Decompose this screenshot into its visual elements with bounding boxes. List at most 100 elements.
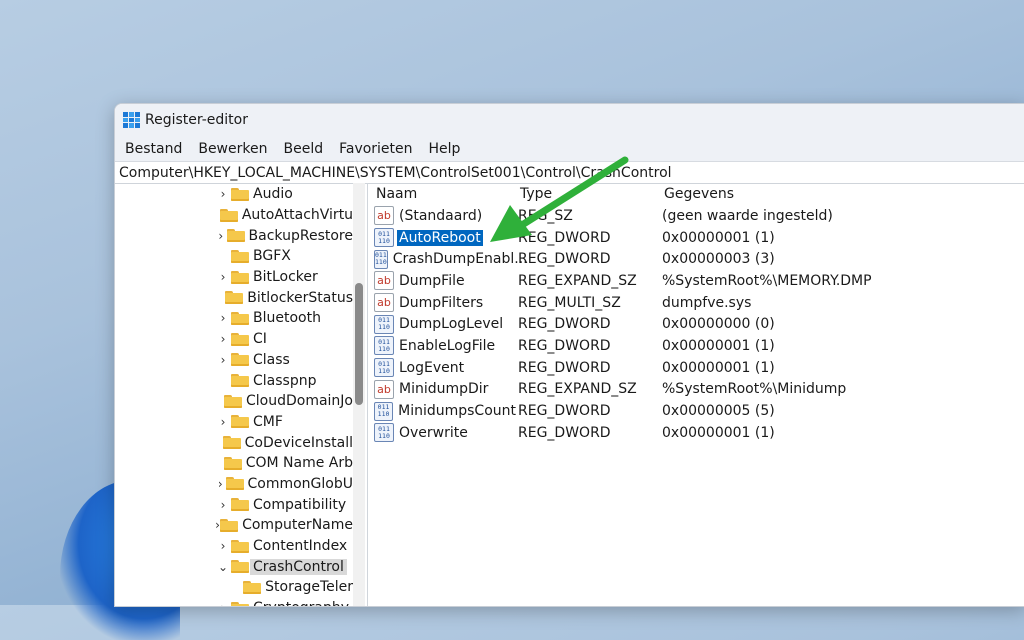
values-header: Naam Type Gegevens [368,183,1024,205]
menu-bewerken[interactable]: Bewerken [190,141,275,157]
tree-item-label: Audio [253,186,293,203]
key-tree-pane[interactable]: ›Audio›AutoAttachVirtu›BackupRestore›BGF… [115,183,368,606]
folder-icon [220,518,239,532]
chevron-right-icon[interactable]: › [215,477,226,491]
tree-item[interactable]: › BackupRestore [115,225,353,246]
chevron-right-icon[interactable]: › [215,539,231,553]
value-name-cell: 011 110 LogEvent [368,358,518,378]
tree-item[interactable]: ›BGFX [115,246,353,267]
tree-item[interactable]: › CI [115,329,353,350]
tree-item[interactable]: ›Classpnp [115,370,353,391]
tree-item-label: CoDeviceInstall [244,434,353,451]
tree-item[interactable]: › Bluetooth [115,308,353,329]
menu-help[interactable]: Help [421,141,469,157]
folder-icon [231,249,249,263]
value-row[interactable]: ab DumpFile REG_EXPAND_SZ %SystemRoot%\MEMO… [368,270,1024,292]
value-name: DumpFile [399,272,465,289]
value-name-cell: 011 110 DumpLogLevel [368,314,518,334]
tree-item[interactable]: › Compatibility [115,494,353,515]
chevron-right-icon[interactable]: › [215,415,231,429]
tree-item-label: BGFX [253,248,291,265]
chevron-right-icon[interactable]: › [215,353,231,367]
tree-item[interactable]: ⌄ CrashControl [115,556,353,577]
value-row[interactable]: 011 110 MinidumpsCount REG_DWORD 0x00000005 … [368,400,1024,422]
tree-item[interactable]: › ContentIndex [115,536,353,557]
chevron-right-icon[interactable]: › [215,270,231,284]
chevron-right-icon[interactable]: › [215,229,227,243]
folder-icon [231,415,249,429]
chevron-down-icon[interactable]: ⌄ [215,560,231,574]
value-name: DumpLogLevel [399,316,504,333]
string-value-icon: ab [374,271,394,291]
value-name-cell: 011 110 MinidumpsCount [368,401,518,421]
chevron-right-icon[interactable]: › [215,332,231,346]
value-name: EnableLogFile [399,337,496,354]
tree-item[interactable]: › Class [115,350,353,371]
tree-item[interactable]: › CMF [115,412,353,433]
tree-item-label: Class [253,351,290,368]
value-type: REG_MULTI_SZ [518,294,621,311]
value-row[interactable]: 011 110 AutoReboot REG_DWORD 0x00000001 (1) [368,227,1024,249]
tree-item-label: COM Name Arb [245,455,353,472]
binary-glyph-line: 110 [378,344,390,353]
tree-item-label: StorageTeler [265,579,353,596]
value-data: (geen waarde ingesteld) [662,207,833,224]
tree-item[interactable]: ›COM Name Arb [115,453,353,474]
folder-icon [231,311,249,325]
tree-scrollbar-thumb[interactable] [355,283,363,405]
column-header-data[interactable]: Gegevens [664,186,1024,202]
tree-item[interactable]: › ComputerName [115,515,353,536]
value-row[interactable]: 011 110 EnableLogFile REG_DWORD 0x00000001 (… [368,335,1024,357]
value-data: 0x00000001 (1) [662,424,775,441]
tree-item-label: ComputerName [242,517,353,534]
tree-item[interactable]: › CommonGlobU [115,474,353,495]
value-data: 0x00000001 (1) [662,229,775,246]
values-list: ab (Standaard) REG_SZ (geen waarde ingestel… [368,205,1024,444]
value-type: REG_DWORD [518,337,611,354]
value-row[interactable]: 011 110 DumpLogLevel REG_DWORD 0x00000000 (0… [368,313,1024,335]
chevron-right-icon[interactable]: › [215,498,231,512]
value-data: 0x00000001 (1) [662,359,775,376]
tree-item[interactable]: › BitLocker [115,267,353,288]
value-row[interactable]: 011 110 LogEvent REG_DWORD 0x00000001 (1) [368,357,1024,379]
menu-bestand[interactable]: Bestand [117,141,190,157]
value-type: REG_DWORD [518,251,611,268]
value-row[interactable]: ab (Standaard) REG_SZ (geen waarde ingestel… [368,205,1024,227]
value-name-cell: 011 110 Overwrite [368,423,518,443]
value-type: REG_DWORD [518,359,611,376]
folder-icon [223,394,242,408]
binary-glyph-line: 110 [378,323,390,332]
value-type: REG_DWORD [518,424,611,441]
binary-value-icon: 011 110 [374,401,394,421]
menu-favorieten[interactable]: Favorieten [331,141,420,157]
value-row[interactable]: ab MinidumpDir REG_EXPAND_SZ %SystemRoot%\M… [368,379,1024,401]
tree-item-label: Bluetooth [253,310,321,327]
value-data: %SystemRoot%\MEMORY.DMP [662,272,872,289]
values-pane[interactable]: Naam Type Gegevens ab (Standaard) REG_SZ (g… [368,183,1024,606]
tree-item[interactable]: ›AutoAttachVirtu [115,205,353,226]
binary-glyph-line: 110 [378,366,390,375]
value-data: dumpfve.sys [662,294,752,311]
folder-icon [226,229,245,243]
tree-item[interactable]: ›CloudDomainJo [115,391,353,412]
value-name-cell: ab MinidumpDir [368,379,518,399]
chevron-right-icon[interactable]: › [215,187,231,201]
tree-item[interactable]: › Audio [115,184,353,205]
tree-item-label: Compatibility [253,496,347,513]
value-row[interactable]: 011 110 CrashDumpEnabl... REG_DWORD 0x000000… [368,248,1024,270]
chevron-right-icon[interactable]: › [215,601,231,606]
menu-beeld[interactable]: Beeld [275,141,331,157]
tree-item[interactable]: ›StorageTeler [115,577,353,598]
folder-icon [219,208,238,222]
tree-item[interactable]: ›BitlockerStatus [115,287,353,308]
chevron-right-icon[interactable]: › [215,311,231,325]
binary-value-icon: 011 110 [374,228,394,248]
tree-scrollbar[interactable] [353,183,365,606]
value-row[interactable]: ab DumpFilters REG_MULTI_SZ dumpfve.sys [368,292,1024,314]
binary-glyph-line: 110 [378,236,390,245]
value-name-cell: ab DumpFile [368,271,518,291]
tree-item-label: CloudDomainJo [245,393,353,410]
value-row[interactable]: 011 110 Overwrite REG_DWORD 0x00000001 (1) [368,422,1024,444]
tree-item[interactable]: ›CoDeviceInstall [115,432,353,453]
value-name-cell: 011 110 CrashDumpEnabl... [368,249,528,269]
